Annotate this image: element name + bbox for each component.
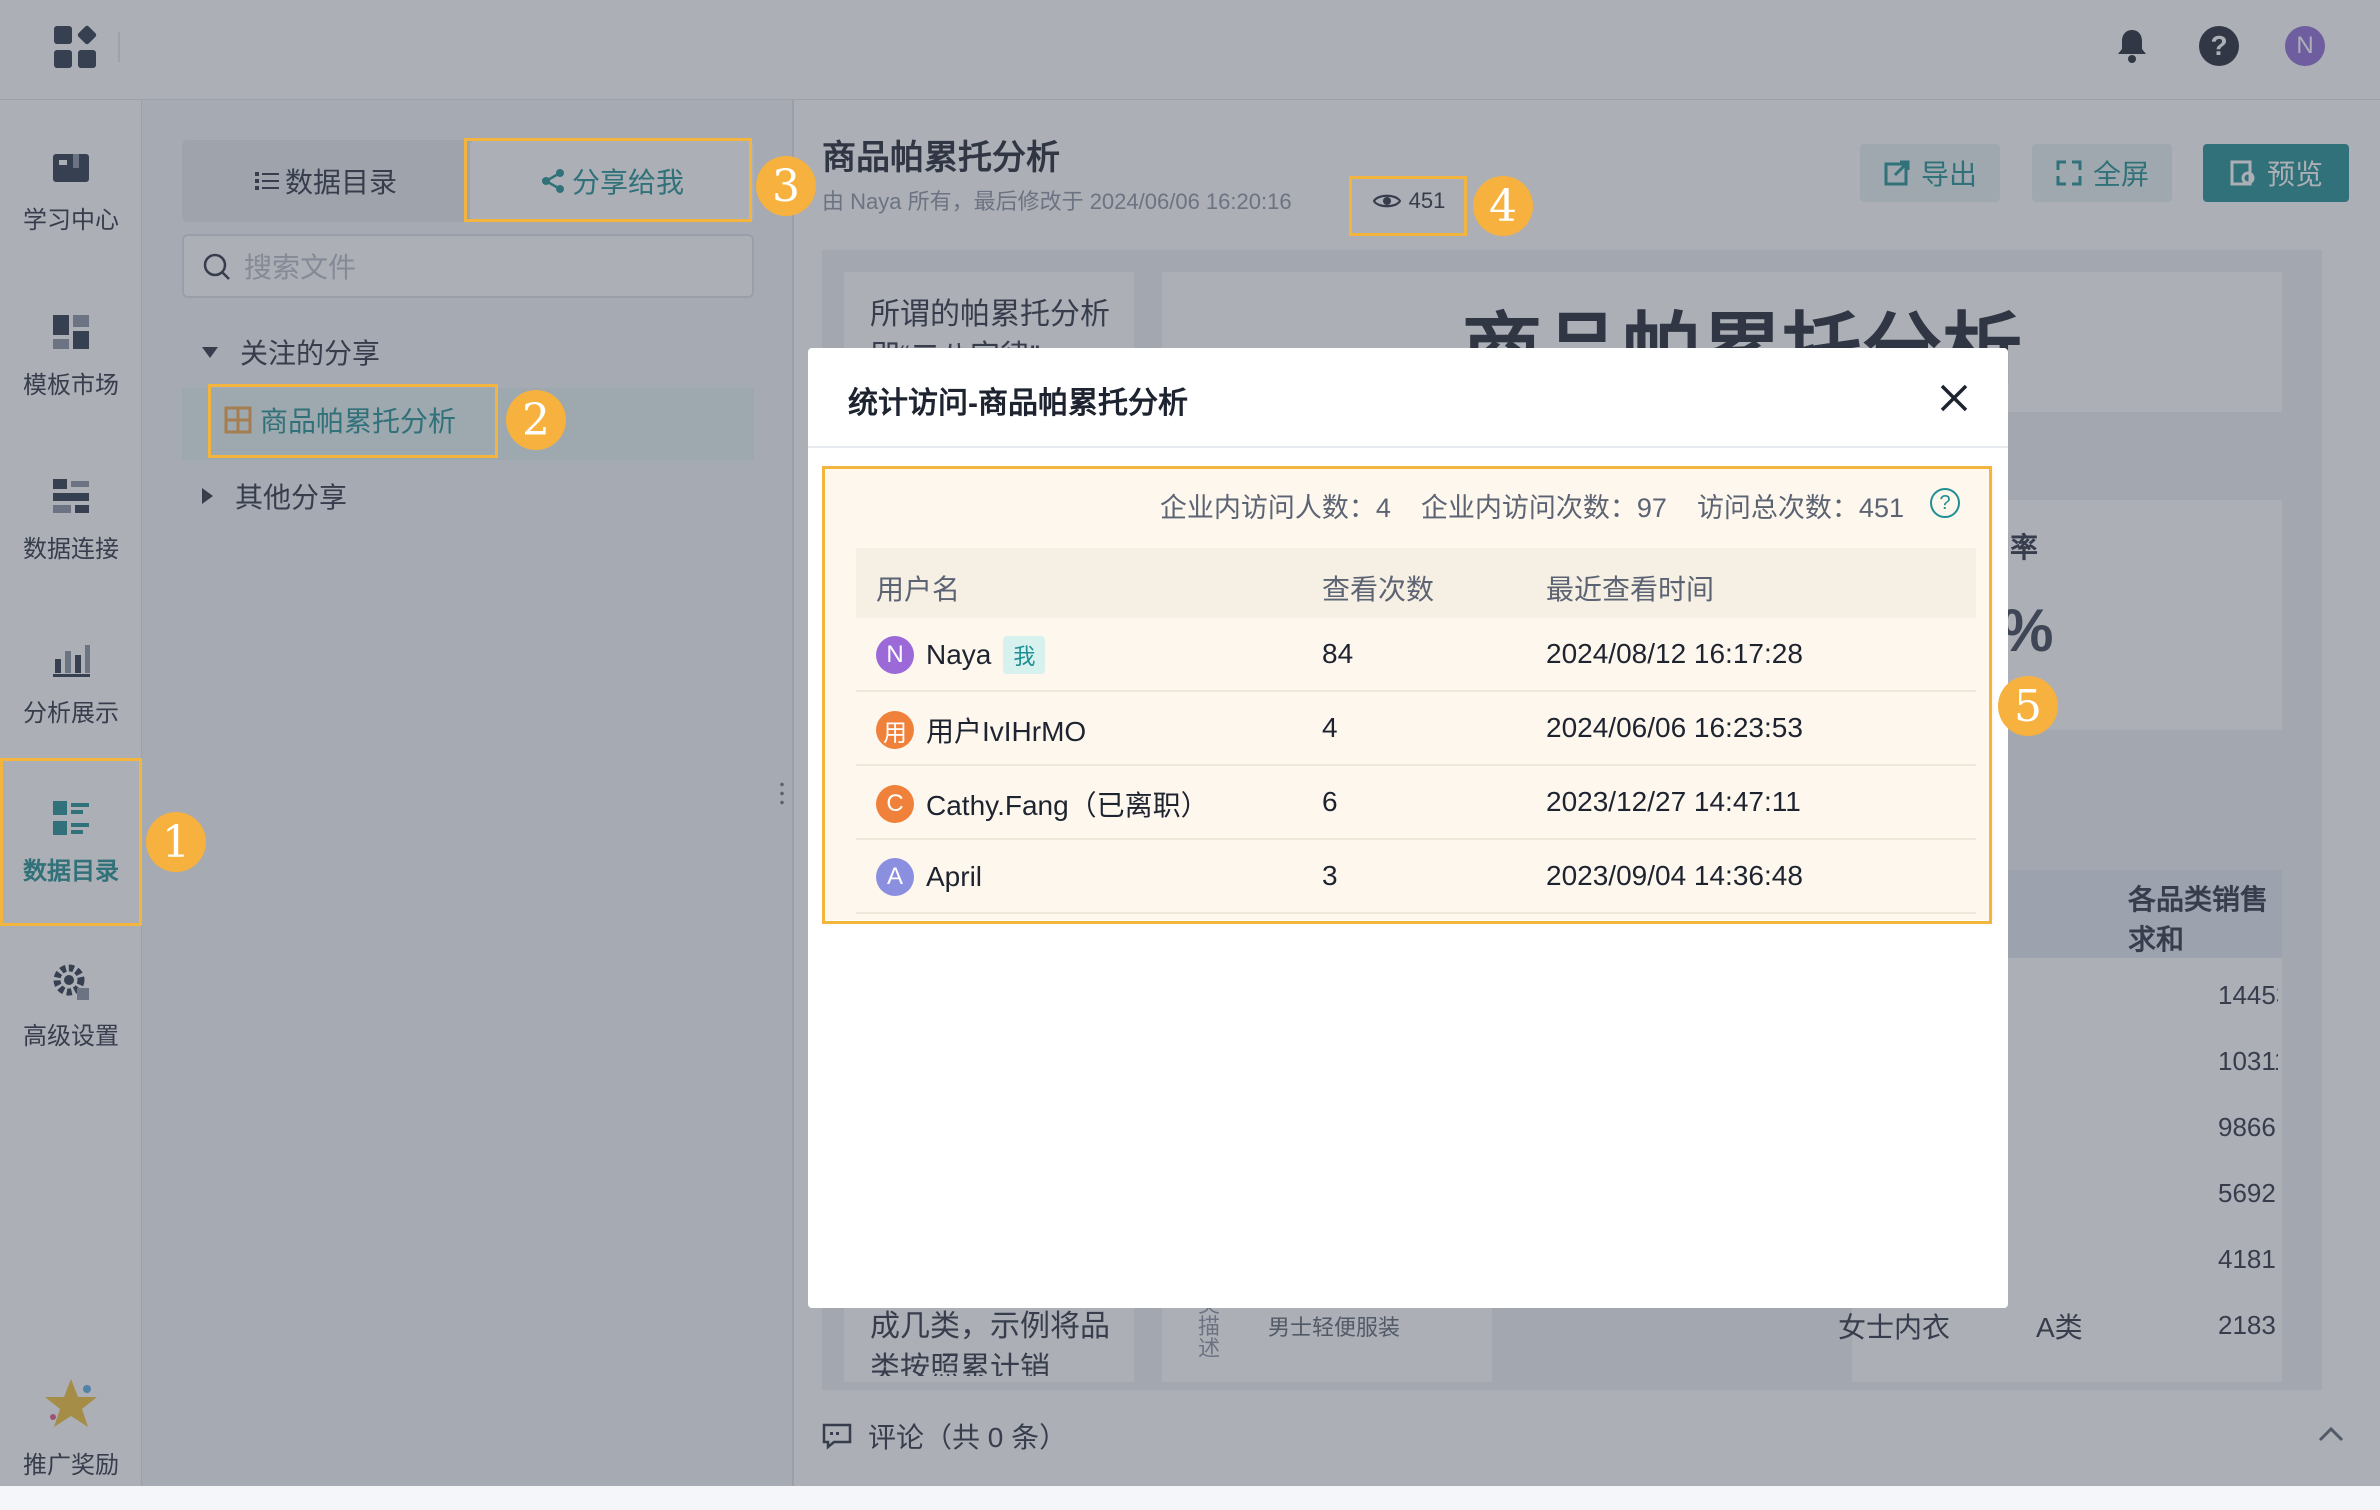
table-row: A April 3 2023/09/04 14:36:48 bbox=[856, 840, 1976, 914]
user-name: April bbox=[926, 861, 983, 892]
user-name: Naya bbox=[926, 639, 992, 670]
callout-marker-1: 1 bbox=[146, 812, 206, 872]
callout-marker-3: 3 bbox=[756, 156, 816, 216]
table-row: N Naya 我 84 2024/08/12 16:17:28 bbox=[856, 618, 1976, 692]
user-cell: A April bbox=[876, 858, 982, 896]
table-header: 用户名 查看次数 最近查看时间 bbox=[856, 548, 1976, 618]
stat-unique-visitors: 企业内访问人数：4 bbox=[1159, 493, 1391, 523]
user-avatar: A bbox=[876, 858, 914, 896]
highlight-box bbox=[0, 758, 142, 926]
user-cell: C Cathy.Fang（已离职） bbox=[876, 784, 1209, 824]
dialog-title: 统计访问-商品帕累托分析 bbox=[848, 387, 1188, 420]
user-avatar: C bbox=[876, 785, 914, 823]
user-cell: 用 用户IvIHrMO bbox=[876, 710, 1086, 750]
column-header: 用户名 bbox=[876, 574, 961, 605]
callout-marker-4: 4 bbox=[1473, 176, 1533, 236]
column-header: 最近查看时间 bbox=[1546, 574, 1715, 605]
visit-stats-dialog: 统计访问-商品帕累托分析 企业内访问人数：4 企业内访问次数：97 访问总次数：… bbox=[808, 348, 2008, 1308]
last-viewed-cell: 2023/09/04 14:36:48 bbox=[1546, 860, 1803, 891]
user-name: Cathy.Fang（已离职） bbox=[926, 790, 1209, 821]
visit-stats-panel: 企业内访问人数：4 企业内访问次数：97 访问总次数：451 ? 用户名 查看次… bbox=[822, 466, 1994, 920]
help-circle-icon[interactable]: ? bbox=[1930, 488, 1960, 518]
column-header: 查看次数 bbox=[1322, 574, 1435, 605]
table-row: 用 用户IvIHrMO 4 2024/06/06 16:23:53 bbox=[856, 692, 1976, 766]
callout-marker-5: 5 bbox=[1998, 676, 2058, 736]
view-count-cell: 6 bbox=[1322, 786, 1338, 817]
stats-summary: 企业内访问人数：4 企业内访问次数：97 访问总次数：451 bbox=[1160, 486, 1904, 525]
user-name: 用户IvIHrMO bbox=[926, 716, 1087, 747]
last-viewed-cell: 2024/08/12 16:17:28 bbox=[1546, 638, 1803, 669]
close-button[interactable] bbox=[1932, 376, 1976, 420]
me-badge: 我 bbox=[1003, 636, 1046, 674]
stat-total-visits: 访问总次数：451 bbox=[1696, 493, 1904, 523]
user-cell: N Naya 我 bbox=[876, 636, 1046, 674]
close-icon bbox=[1940, 384, 1968, 412]
user-avatar: N bbox=[876, 636, 914, 674]
table-row: C Cathy.Fang（已离职） 6 2023/12/27 14:47:11 bbox=[856, 766, 1976, 840]
dialog-header: 统计访问-商品帕累托分析 bbox=[808, 348, 2008, 448]
last-viewed-cell: 2024/06/06 16:23:53 bbox=[1546, 712, 1803, 743]
callout-marker-2: 2 bbox=[506, 390, 566, 450]
last-viewed-cell: 2023/12/27 14:47:11 bbox=[1546, 786, 1801, 817]
view-count-cell: 3 bbox=[1322, 860, 1338, 891]
stat-internal-visits: 企业内访问次数：97 bbox=[1420, 493, 1667, 523]
view-count-cell: 4 bbox=[1322, 712, 1338, 743]
user-avatar: 用 bbox=[876, 711, 914, 749]
view-count-cell: 84 bbox=[1322, 638, 1354, 669]
